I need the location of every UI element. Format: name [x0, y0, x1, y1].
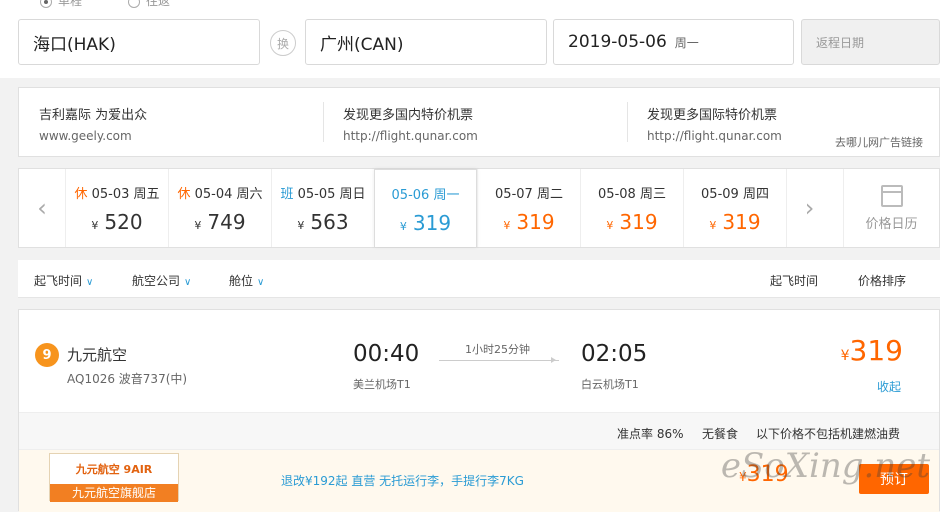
from-city-input[interactable]: 海口(HAK) — [18, 19, 260, 65]
date-cell[interactable]: 05-09 周四 ¥319 — [683, 169, 786, 247]
date-price-strip: ‹ 休 05-03 周五 ¥520 休 05-04 周六 ¥749 班 05-0… — [18, 168, 940, 248]
ad-item[interactable]: 发现更多国内特价机票 http://flight.qunar.com — [343, 104, 478, 143]
filter-bar: 起飞时间 ∨ 航空公司 ∨ 舱位 ∨ 起飞时间 价格排序 — [18, 260, 940, 298]
ad-item[interactable]: 吉利嘉际 为爱出众 www.geely.com — [39, 104, 147, 143]
shop-logo[interactable]: 九元航空 9AIR 九元航空旗舰店 — [49, 453, 179, 502]
swap-button[interactable]: 换 — [270, 30, 296, 56]
flight-info-bar: 准点率 86% 无餐食 以下价格不包括机建燃油费 — [19, 412, 939, 450]
sort-price[interactable]: 价格排序 — [858, 272, 906, 289]
airline-name: 九元航空 — [67, 346, 128, 364]
filter-depart-time[interactable]: 起飞时间 ∨ — [34, 272, 93, 289]
date-cell[interactable]: 休 05-03 周五 ¥520 — [65, 169, 168, 247]
return-date-input[interactable]: 返程日期 — [801, 19, 940, 65]
airline-logo-icon: 9 — [35, 343, 59, 367]
arrive-airport: 白云机场T1 — [581, 378, 639, 391]
filter-cabin[interactable]: 舱位 ∨ — [229, 272, 264, 289]
collapse-link[interactable]: 收起 — [877, 378, 901, 395]
depart-date-input[interactable]: 2019-05-06 周一 — [553, 19, 794, 65]
filter-airline[interactable]: 航空公司 ∨ — [132, 272, 191, 289]
chevron-down-icon: ∨ — [86, 277, 94, 288]
depart-airport: 美兰机场T1 — [353, 378, 411, 391]
flight-duration: 1小时25分钟 — [465, 343, 530, 356]
ad-note[interactable]: 去哪儿网广告链接 — [835, 134, 923, 150]
date-cell[interactable]: 05-08 周三 ¥319 — [580, 169, 683, 247]
calendar-icon — [880, 185, 903, 207]
punctuality-rate: 准点率 86% — [617, 427, 684, 441]
ad-item[interactable]: 发现更多国际特价机票 http://flight.qunar.com — [647, 104, 782, 143]
next-arrow-icon[interactable]: › — [786, 169, 832, 247]
one-way-radio[interactable]: 单程 — [40, 0, 82, 9]
prev-arrow-icon[interactable]: ‹ — [19, 169, 65, 247]
round-trip-radio[interactable]: 往返 — [128, 0, 170, 9]
chevron-down-icon: ∨ — [184, 277, 192, 288]
flight-price: ¥319 — [840, 334, 903, 367]
ad-links: 吉利嘉际 为爱出众 www.geely.com 发现更多国内特价机票 http:… — [18, 87, 940, 157]
offer-details[interactable]: 退改¥192起 直营 无托运行李，手提行李7KG — [281, 472, 524, 489]
flight-number: AQ1026 波音737(中) — [67, 372, 188, 386]
to-city-input[interactable]: 广州(CAN) — [305, 19, 547, 65]
date-cell[interactable]: 班 05-05 周日 ¥563 — [271, 169, 374, 247]
tax-note: 以下价格不包括机建燃油费 — [756, 427, 901, 441]
search-bar: 单程 往返 海口(HAK) 换 广州(CAN) 2019-05-06 周一 返程日… — [0, 0, 940, 78]
duration-arrow-icon — [439, 357, 559, 363]
date-cell-selected[interactable]: 05-06 周一 ¥319 — [374, 169, 477, 247]
depart-time: 00:40 — [353, 341, 420, 367]
price-calendar-button[interactable]: 价格日历 — [843, 169, 939, 247]
watermark: eSoXing.net — [720, 446, 930, 486]
date-cell[interactable]: 休 05-04 周六 ¥749 — [168, 169, 271, 247]
sort-depart-time[interactable]: 起飞时间 — [770, 272, 818, 289]
date-cell[interactable]: 05-07 周二 ¥319 — [477, 169, 580, 247]
chevron-down-icon: ∨ — [257, 277, 265, 288]
trip-type: 单程 往返 — [40, 0, 170, 9]
meal-info: 无餐食 — [702, 427, 739, 441]
arrive-time: 02:05 — [581, 341, 648, 367]
